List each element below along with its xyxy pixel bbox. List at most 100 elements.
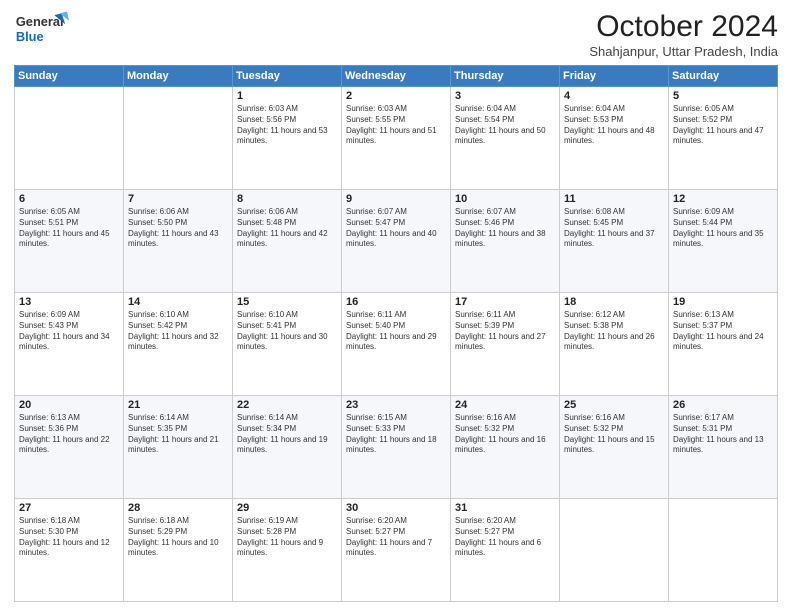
day-number: 16 [346, 296, 446, 308]
calendar-cell: 3Sunrise: 6:04 AM Sunset: 5:54 PM Daylig… [451, 87, 560, 190]
calendar-cell: 28 Sunrise: 6:18 AM Sunset: 5:29 PM Dayli… [124, 499, 233, 602]
day-number: 28 [128, 502, 228, 514]
calendar-cell: 26Sunrise: 6:17 AM Sunset: 5:31 PM Dayli… [669, 396, 778, 499]
calendar-cell: 23 Sunrise: 6:15 AM Sunset: 5:33 PM Dayli… [342, 396, 451, 499]
page: GeneralBlue October 2024 Shahjanpur, Utt… [0, 0, 792, 612]
calendar-cell: 9Sunrise: 6:07 AM Sunset: 5:47 PM Daylig… [342, 190, 451, 293]
day-number: 15 [237, 296, 337, 308]
calendar-cell: 5 Sunrise: 6:05 AM Sunset: 5:52 PM Daylig… [669, 87, 778, 190]
calendar-cell: 21 Sunrise: 6:14 AM Sunset: 5:35 PM Dayli… [124, 396, 233, 499]
calendar-cell: 13 Sunrise: 6:09 AM Sunset: 5:43 PM Dayli… [15, 293, 124, 396]
calendar-cell: 20 Sunrise: 6:13 AM Sunset: 5:36 PM Dayli… [15, 396, 124, 499]
cell-text: Sunrise: 6:10 AM Sunset: 5:41 PM Dayligh… [237, 310, 337, 353]
day-number: 5 [673, 90, 773, 102]
col-header-tuesday: Tuesday [233, 66, 342, 87]
day-number: 23 [346, 399, 446, 411]
day-number: 26 [673, 399, 773, 411]
day-number: 22 [237, 399, 337, 411]
month-title: October 2024 [589, 10, 778, 44]
day-number: 18 [564, 296, 664, 308]
week-row-4: 27 Sunrise: 6:18 AM Sunset: 5:30 PM Dayli… [15, 499, 778, 602]
calendar-cell: 7Sunrise: 6:06 AM Sunset: 5:50 PM Daylig… [124, 190, 233, 293]
week-row-1: 6 Sunrise: 6:05 AM Sunset: 5:51 PM Daylig… [15, 190, 778, 293]
col-header-friday: Friday [560, 66, 669, 87]
cell-text: Sunrise: 6:06 AM Sunset: 5:48 PM Dayligh… [237, 207, 337, 250]
calendar-cell: 11Sunrise: 6:08 AM Sunset: 5:45 PM Dayli… [560, 190, 669, 293]
calendar-cell: 15 Sunrise: 6:10 AM Sunset: 5:41 PM Dayli… [233, 293, 342, 396]
day-number: 27 [19, 502, 119, 514]
cell-text: Sunrise: 6:03 AM Sunset: 5:56 PM Dayligh… [237, 104, 337, 147]
cell-text: Sunrise: 6:09 AM Sunset: 5:43 PM Dayligh… [19, 310, 119, 353]
day-number: 4 [564, 90, 664, 102]
calendar-cell: 24 Sunrise: 6:16 AM Sunset: 5:32 PM Dayli… [451, 396, 560, 499]
day-number: 10 [455, 193, 555, 205]
day-number: 6 [19, 193, 119, 205]
day-number: 19 [673, 296, 773, 308]
day-number: 21 [128, 399, 228, 411]
calendar-cell: 18 Sunrise: 6:12 AM Sunset: 5:38 PM Dayli… [560, 293, 669, 396]
svg-text:Blue: Blue [16, 29, 44, 44]
day-number: 25 [564, 399, 664, 411]
cell-text: Sunrise: 6:04 AM Sunset: 5:53 PM Dayligh… [564, 104, 664, 147]
calendar-cell [560, 499, 669, 602]
cell-text: Sunrise: 6:18 AM Sunset: 5:30 PM Dayligh… [19, 516, 119, 559]
cell-text: Sunrise: 6:06 AM Sunset: 5:50 PM Dayligh… [128, 207, 228, 250]
cell-text: Sunrise: 6:09 AM Sunset: 5:44 PM Dayligh… [673, 207, 773, 250]
calendar-cell: 27 Sunrise: 6:18 AM Sunset: 5:30 PM Dayli… [15, 499, 124, 602]
cell-text: Sunrise: 6:07 AM Sunset: 5:46 PM Dayligh… [455, 207, 555, 250]
col-header-wednesday: Wednesday [342, 66, 451, 87]
logo: GeneralBlue [14, 10, 69, 46]
calendar-cell: 29Sunrise: 6:19 AM Sunset: 5:28 PM Dayli… [233, 499, 342, 602]
cell-text: Sunrise: 6:20 AM Sunset: 5:27 PM Dayligh… [455, 516, 555, 559]
day-number: 20 [19, 399, 119, 411]
calendar-cell: 31 Sunrise: 6:20 AM Sunset: 5:27 PM Dayli… [451, 499, 560, 602]
title-section: October 2024 Shahjanpur, Uttar Pradesh, … [589, 10, 778, 59]
calendar-header-row: SundayMondayTuesdayWednesdayThursdayFrid… [15, 66, 778, 87]
header: GeneralBlue October 2024 Shahjanpur, Utt… [14, 10, 778, 59]
cell-text: Sunrise: 6:14 AM Sunset: 5:35 PM Dayligh… [128, 413, 228, 456]
calendar-cell: 6 Sunrise: 6:05 AM Sunset: 5:51 PM Daylig… [15, 190, 124, 293]
cell-text: Sunrise: 6:12 AM Sunset: 5:38 PM Dayligh… [564, 310, 664, 353]
cell-text: Sunrise: 6:10 AM Sunset: 5:42 PM Dayligh… [128, 310, 228, 353]
cell-text: Sunrise: 6:16 AM Sunset: 5:32 PM Dayligh… [455, 413, 555, 456]
logo-svg: GeneralBlue [14, 10, 69, 46]
calendar-cell: 16 Sunrise: 6:11 AM Sunset: 5:40 PM Dayli… [342, 293, 451, 396]
day-number: 30 [346, 502, 446, 514]
cell-text: Sunrise: 6:13 AM Sunset: 5:37 PM Dayligh… [673, 310, 773, 353]
cell-text: Sunrise: 6:15 AM Sunset: 5:33 PM Dayligh… [346, 413, 446, 456]
day-number: 14 [128, 296, 228, 308]
cell-text: Sunrise: 6:13 AM Sunset: 5:36 PM Dayligh… [19, 413, 119, 456]
col-header-sunday: Sunday [15, 66, 124, 87]
day-number: 2 [346, 90, 446, 102]
week-row-2: 13 Sunrise: 6:09 AM Sunset: 5:43 PM Dayli… [15, 293, 778, 396]
calendar-cell: 14 Sunrise: 6:10 AM Sunset: 5:42 PM Dayli… [124, 293, 233, 396]
cell-text: Sunrise: 6:18 AM Sunset: 5:29 PM Dayligh… [128, 516, 228, 559]
cell-text: Sunrise: 6:04 AM Sunset: 5:54 PM Dayligh… [455, 104, 555, 147]
day-number: 1 [237, 90, 337, 102]
day-number: 31 [455, 502, 555, 514]
day-number: 8 [237, 193, 337, 205]
cell-text: Sunrise: 6:03 AM Sunset: 5:55 PM Dayligh… [346, 104, 446, 147]
calendar-cell: 19 Sunrise: 6:13 AM Sunset: 5:37 PM Dayli… [669, 293, 778, 396]
cell-text: Sunrise: 6:20 AM Sunset: 5:27 PM Dayligh… [346, 516, 446, 559]
calendar-cell: 1 Sunrise: 6:03 AM Sunset: 5:56 PM Daylig… [233, 87, 342, 190]
col-header-thursday: Thursday [451, 66, 560, 87]
cell-text: Sunrise: 6:11 AM Sunset: 5:40 PM Dayligh… [346, 310, 446, 353]
day-number: 24 [455, 399, 555, 411]
cell-text: Sunrise: 6:07 AM Sunset: 5:47 PM Dayligh… [346, 207, 446, 250]
day-number: 11 [564, 193, 664, 205]
cell-text: Sunrise: 6:05 AM Sunset: 5:51 PM Dayligh… [19, 207, 119, 250]
calendar-cell [669, 499, 778, 602]
calendar-cell: 2 Sunrise: 6:03 AM Sunset: 5:55 PM Daylig… [342, 87, 451, 190]
cell-text: Sunrise: 6:16 AM Sunset: 5:32 PM Dayligh… [564, 413, 664, 456]
cell-text: Sunrise: 6:14 AM Sunset: 5:34 PM Dayligh… [237, 413, 337, 456]
cell-text: Sunrise: 6:05 AM Sunset: 5:52 PM Dayligh… [673, 104, 773, 147]
week-row-0: 1 Sunrise: 6:03 AM Sunset: 5:56 PM Daylig… [15, 87, 778, 190]
cell-text: Sunrise: 6:19 AM Sunset: 5:28 PM Dayligh… [237, 516, 337, 559]
day-number: 13 [19, 296, 119, 308]
calendar-cell: 8 Sunrise: 6:06 AM Sunset: 5:48 PM Daylig… [233, 190, 342, 293]
calendar-cell [15, 87, 124, 190]
week-row-3: 20 Sunrise: 6:13 AM Sunset: 5:36 PM Dayli… [15, 396, 778, 499]
day-number: 12 [673, 193, 773, 205]
calendar-cell [124, 87, 233, 190]
